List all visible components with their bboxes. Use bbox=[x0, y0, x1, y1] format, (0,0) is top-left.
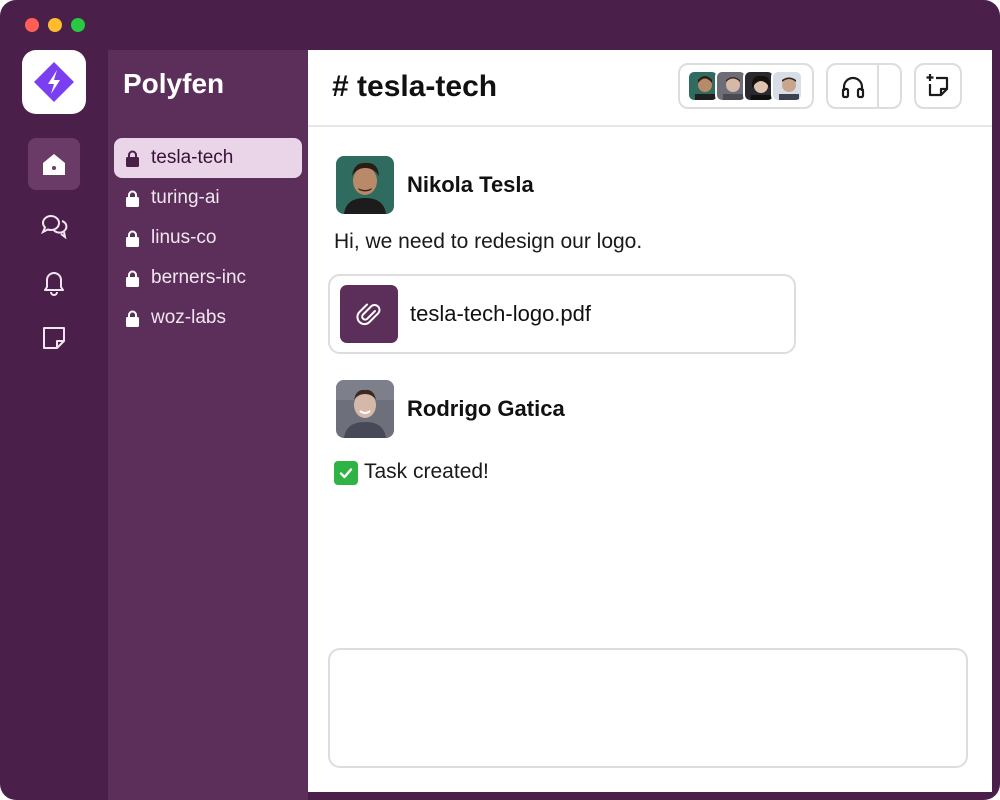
note-icon bbox=[43, 327, 65, 349]
rail-notes-button[interactable] bbox=[28, 312, 80, 364]
channel-item-tesla-tech[interactable]: tesla-tech bbox=[114, 138, 302, 178]
lock-icon bbox=[126, 150, 139, 167]
channel-item-woz-labs[interactable]: woz-labs bbox=[114, 298, 302, 338]
workspace-name[interactable]: Polyfen bbox=[123, 68, 224, 100]
rail-messages-button[interactable] bbox=[28, 200, 80, 252]
channel-label: woz-labs bbox=[151, 307, 226, 328]
message-text: Hi, we need to redesign our logo. bbox=[334, 230, 643, 253]
channel-label: linus-co bbox=[151, 227, 217, 248]
channel-list: tesla-tech turing-ai linus-co berners-in… bbox=[114, 138, 302, 338]
lock-icon bbox=[126, 190, 139, 207]
channel-label: tesla-tech bbox=[151, 147, 234, 168]
minimize-window-button[interactable] bbox=[48, 18, 62, 32]
huddle-button[interactable] bbox=[826, 63, 902, 109]
attachment-filename: tesla-tech-logo.pdf bbox=[410, 301, 591, 326]
members-button[interactable] bbox=[678, 63, 814, 109]
new-canvas-button[interactable] bbox=[914, 63, 962, 109]
file-attachment[interactable]: tesla-tech-logo.pdf bbox=[328, 274, 796, 354]
channel-header: # tesla-tech bbox=[308, 50, 992, 127]
lock-icon bbox=[126, 310, 139, 327]
window-controls bbox=[25, 18, 85, 32]
new-note-icon bbox=[926, 74, 949, 97]
author-name[interactable]: Rodrigo Gatica bbox=[407, 396, 565, 422]
maximize-window-button[interactable] bbox=[71, 18, 85, 32]
avatar[interactable] bbox=[336, 380, 394, 438]
rail-notifications-button[interactable] bbox=[28, 256, 80, 308]
channel-label: berners-inc bbox=[151, 267, 247, 288]
message-text-content: Task created! bbox=[364, 460, 489, 483]
rail-home-button[interactable] bbox=[28, 138, 80, 190]
paperclip-icon bbox=[356, 303, 381, 326]
huddle-divider bbox=[877, 65, 879, 107]
message-composer[interactable] bbox=[328, 648, 968, 768]
member-avatar bbox=[771, 70, 803, 102]
app-logo[interactable] bbox=[22, 50, 86, 114]
channel-item-berners-inc[interactable]: berners-inc bbox=[114, 258, 302, 298]
headphones-icon bbox=[841, 76, 865, 99]
attachment-icon-tile bbox=[340, 285, 398, 343]
conversation-pane: # tesla-tech Nikola Tesla Hi, we need to… bbox=[308, 50, 992, 792]
icon-rail bbox=[0, 50, 108, 800]
message-author: Nikola Tesla bbox=[336, 156, 534, 214]
channel-label: turing-ai bbox=[151, 187, 220, 208]
lock-icon bbox=[126, 230, 139, 247]
check-mark-icon bbox=[334, 461, 358, 485]
channel-item-linus-co[interactable]: linus-co bbox=[114, 218, 302, 258]
close-window-button[interactable] bbox=[25, 18, 39, 32]
channel-title[interactable]: # tesla-tech bbox=[332, 70, 497, 104]
message-author: Rodrigo Gatica bbox=[336, 380, 565, 438]
author-name[interactable]: Nikola Tesla bbox=[407, 172, 534, 198]
channel-sidebar: Polyfen tesla-tech turing-ai linus-co be… bbox=[108, 50, 308, 800]
home-icon bbox=[43, 154, 65, 175]
polyfen-logo-icon bbox=[34, 62, 74, 102]
message-text: Task created! bbox=[334, 460, 489, 485]
bell-icon bbox=[44, 272, 64, 296]
avatar[interactable] bbox=[336, 156, 394, 214]
chat-bubbles-icon bbox=[40, 215, 68, 240]
lock-icon bbox=[126, 270, 139, 287]
channel-item-turing-ai[interactable]: turing-ai bbox=[114, 178, 302, 218]
app-window: Polyfen tesla-tech turing-ai linus-co be… bbox=[0, 0, 1000, 800]
